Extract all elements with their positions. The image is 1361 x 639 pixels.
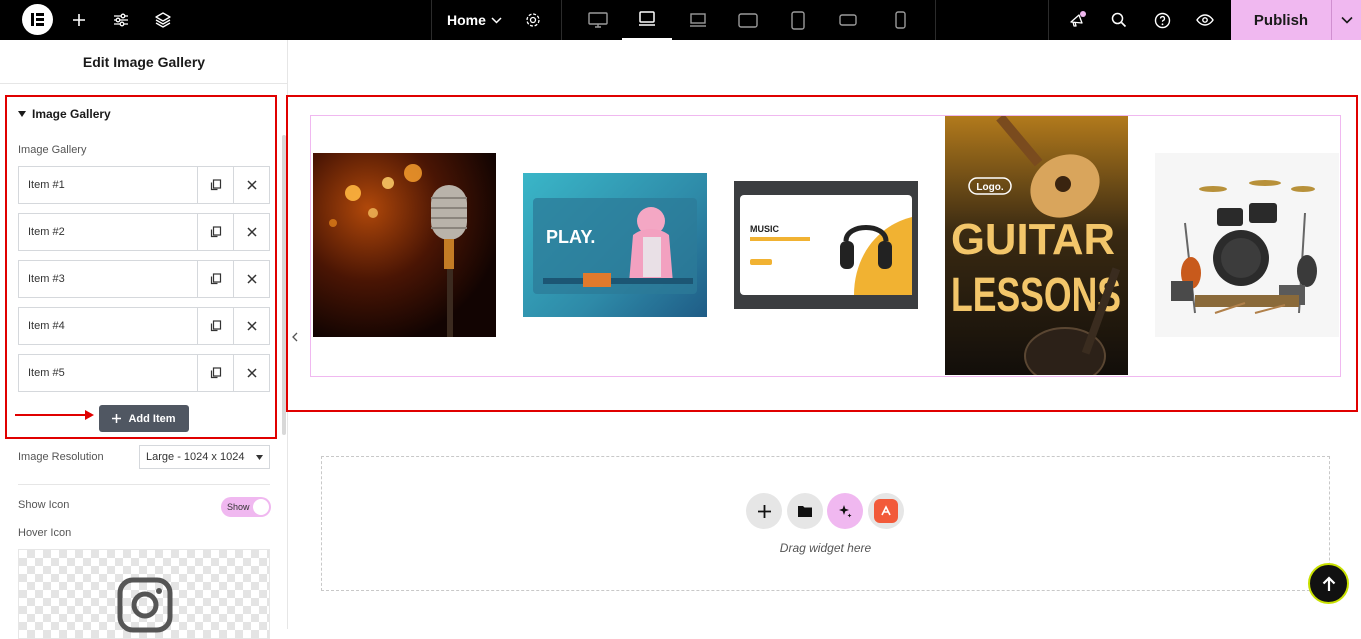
settings-sliders-icon[interactable] — [108, 0, 134, 40]
show-icon-toggle[interactable]: Show — [221, 497, 271, 517]
duplicate-icon[interactable] — [197, 214, 233, 250]
plus-icon — [112, 414, 122, 423]
toggle-knob — [253, 499, 269, 515]
music-headphones-image[interactable]: MUSIC — [734, 181, 918, 309]
layers-icon[interactable] — [150, 0, 176, 40]
resolution-select[interactable]: Large - 1024 x 1024 — [139, 445, 270, 469]
poster-logo-text: Logo. — [976, 182, 1003, 193]
play-text: PLAY. — [546, 227, 595, 247]
instruments-image[interactable] — [1155, 153, 1339, 337]
item-label[interactable]: Item #3 — [19, 261, 197, 297]
remove-icon[interactable] — [233, 214, 269, 250]
repeater-item[interactable]: Item #1 — [18, 166, 270, 204]
music-app-play-image[interactable]: PLAY. — [523, 173, 707, 317]
instagram-icon — [117, 577, 173, 633]
desktop-icon[interactable] — [582, 0, 614, 40]
tablet-landscape-icon[interactable] — [682, 0, 714, 40]
repeater-item[interactable]: Item #2 — [18, 213, 270, 251]
page-name[interactable]: Home — [447, 12, 486, 28]
divider — [18, 484, 270, 485]
add-item-button[interactable]: Add Item — [99, 405, 189, 432]
mobile-landscape-icon[interactable] — [832, 0, 864, 40]
duplicate-icon[interactable] — [197, 261, 233, 297]
mobile-icon[interactable] — [884, 0, 916, 40]
gear-icon[interactable] — [522, 0, 544, 40]
plugin-button[interactable] — [868, 493, 904, 529]
section-title: Image Gallery — [32, 107, 111, 121]
add-template-button[interactable] — [787, 493, 823, 529]
section-toggle[interactable]: Image Gallery — [18, 107, 111, 121]
publish-button[interactable]: Publish — [1231, 0, 1331, 40]
item-label[interactable]: Item #5 — [19, 355, 197, 391]
add-icon[interactable] — [66, 0, 92, 40]
arrow-up-icon — [1322, 575, 1335, 591]
publish-options-button[interactable] — [1331, 0, 1361, 40]
drag-widget-text: Drag widget here — [779, 541, 872, 555]
hover-icon-label: Hover Icon — [18, 527, 72, 539]
red-arrow-icon — [15, 410, 94, 420]
guitar-lessons-poster-image[interactable]: Logo. GUITAR LESSONS — [945, 116, 1128, 375]
top-bar: Home Publish — [0, 0, 1361, 40]
poster-line1-text: GUITAR — [951, 215, 1115, 264]
laptop-icon[interactable] — [622, 0, 672, 40]
scroll-to-top-button[interactable] — [1308, 563, 1349, 604]
notifications-icon[interactable] — [1064, 0, 1090, 40]
tablet-portrait-icon[interactable] — [782, 0, 814, 40]
caret-down-icon — [18, 111, 26, 117]
caret-down-icon — [256, 455, 263, 460]
field-label: Image Gallery — [18, 144, 87, 156]
add-item-label: Add Item — [128, 412, 176, 425]
remove-icon[interactable] — [233, 261, 269, 297]
repeater-item[interactable]: Item #4 — [18, 307, 270, 345]
search-icon[interactable] — [1106, 0, 1132, 40]
duplicate-icon[interactable] — [197, 308, 233, 344]
item-label[interactable]: Item #1 — [19, 167, 197, 203]
hover-icon-picker[interactable] — [18, 549, 270, 639]
resolution-value: Large - 1024 x 1024 — [146, 451, 245, 463]
item-label[interactable]: Item #2 — [19, 214, 197, 250]
repeater-item[interactable]: Item #5 — [18, 354, 270, 392]
chevron-down-icon[interactable] — [486, 0, 506, 40]
sparkle-icon — [839, 505, 852, 518]
remove-icon[interactable] — [233, 355, 269, 391]
drop-zone[interactable] — [321, 456, 1330, 591]
duplicate-icon[interactable] — [197, 355, 233, 391]
remove-icon[interactable] — [233, 167, 269, 203]
panel-title: Edit Image Gallery — [0, 40, 288, 84]
plus-icon — [757, 504, 771, 518]
duplicate-icon[interactable] — [197, 167, 233, 203]
microphone-image[interactable] — [313, 153, 496, 337]
chevron-down-icon — [1340, 16, 1353, 24]
resolution-label: Image Resolution — [18, 451, 104, 463]
item-label[interactable]: Item #4 — [19, 308, 197, 344]
toggle-text: Show — [227, 502, 250, 512]
preview-eye-icon[interactable] — [1192, 0, 1218, 40]
ai-assistant-button[interactable] — [827, 493, 863, 529]
folder-icon — [798, 506, 812, 517]
help-icon[interactable] — [1149, 0, 1175, 40]
music-text: MUSIC — [750, 224, 780, 234]
remove-icon[interactable] — [233, 308, 269, 344]
elementor-logo-icon[interactable] — [22, 4, 53, 35]
tablet-icon[interactable] — [732, 0, 764, 40]
plugin-logo-icon — [874, 499, 898, 523]
poster-line2-text: LESSONS — [951, 269, 1121, 322]
show-icon-label: Show Icon — [18, 499, 70, 511]
repeater-item[interactable]: Item #3 — [18, 260, 270, 298]
add-section-button[interactable] — [746, 493, 782, 529]
